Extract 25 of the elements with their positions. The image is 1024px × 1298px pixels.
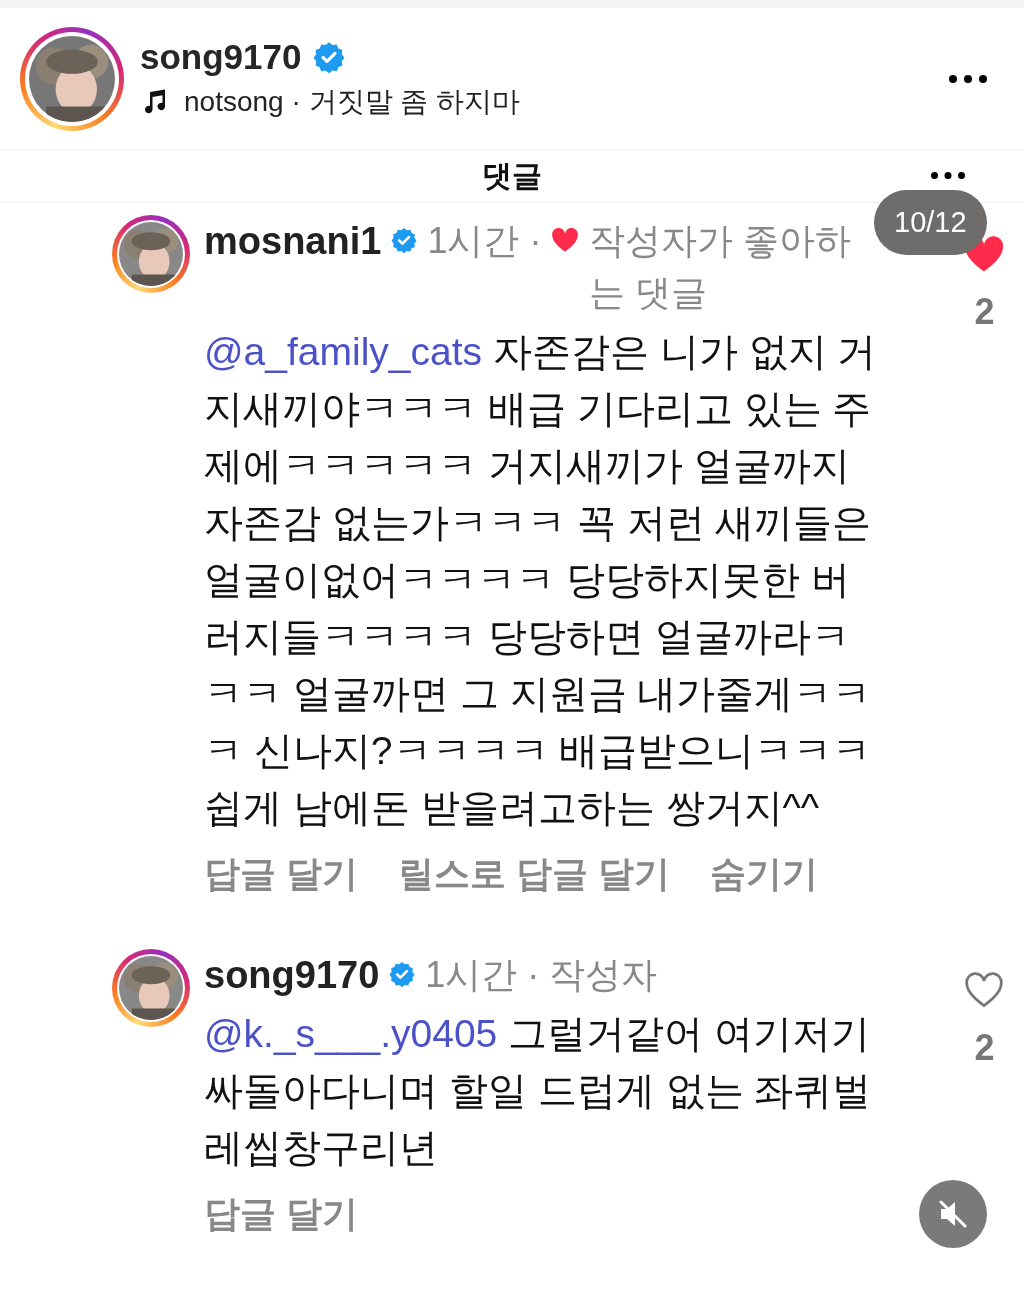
mention-link[interactable]: @a_family_cats bbox=[204, 330, 483, 373]
slide-counter: 10/12 bbox=[874, 190, 987, 255]
sheet-title: 댓글 bbox=[482, 157, 542, 194]
separator-dot: · bbox=[527, 953, 540, 997]
more-icon[interactable] bbox=[930, 171, 966, 180]
action-link[interactable]: 답글 달기 bbox=[204, 850, 358, 899]
more-icon[interactable] bbox=[948, 73, 988, 84]
heart-icon[interactable] bbox=[963, 971, 1006, 1009]
username[interactable]: mosnani1 bbox=[204, 215, 382, 267]
audio-track[interactable]: notsong · 거짓말 좀 하지마 bbox=[184, 82, 521, 121]
timestamp: 1시간 bbox=[427, 219, 520, 263]
timestamp: 1시간 bbox=[425, 953, 518, 997]
comment-text: @k._s___.y0405 그럴거같어 여기저기 싸돌아다니며 할일 드럽게 없는 좌퀴벌레씹창구리년 bbox=[204, 1011, 873, 1171]
username[interactable]: song9170 bbox=[204, 949, 380, 1001]
action-link[interactable]: 답글 달기 bbox=[204, 1190, 358, 1239]
mention-link[interactable]: @k._s___.y0405 bbox=[204, 1012, 498, 1055]
separator-dot: · bbox=[529, 219, 542, 263]
comment-text: @a_family_cats 자존감은 니가 없지 거지새끼야ㅋㅋㅋ 배급 기다리고 있는 주제에ㅋㅋㅋㅋㅋ 거지새끼가 얼굴까지 자존감 없는가ㅋㅋㅋ 꼭 저런 새끼들은 얼굴이없어ㅋㅋㅋㅋ 당당하지못한 버러지들ㅋㅋㅋㅋ 당당하면 얼굴까라ㅋㅋㅋ 얼굴까면 그 지원금 내가줄게ㅋㅋㅋ 신나지?ㅋㅋㅋㅋ 배급받으니ㅋㅋㅋ 쉽게 남에돈 받을려고하는 쌍거지^^ bbox=[204, 329, 878, 831]
action-link[interactable]: 숨기기 bbox=[710, 850, 819, 899]
username[interactable]: song9170 bbox=[140, 36, 302, 77]
author-label: 작성자 bbox=[549, 953, 659, 997]
action-link[interactable]: 릴스로 답글 달기 bbox=[398, 850, 671, 899]
like-count: 2 bbox=[974, 1027, 995, 1069]
author-label: 작성자가 좋아하는 댓글 bbox=[589, 219, 853, 315]
like-count: 2 bbox=[974, 291, 995, 333]
